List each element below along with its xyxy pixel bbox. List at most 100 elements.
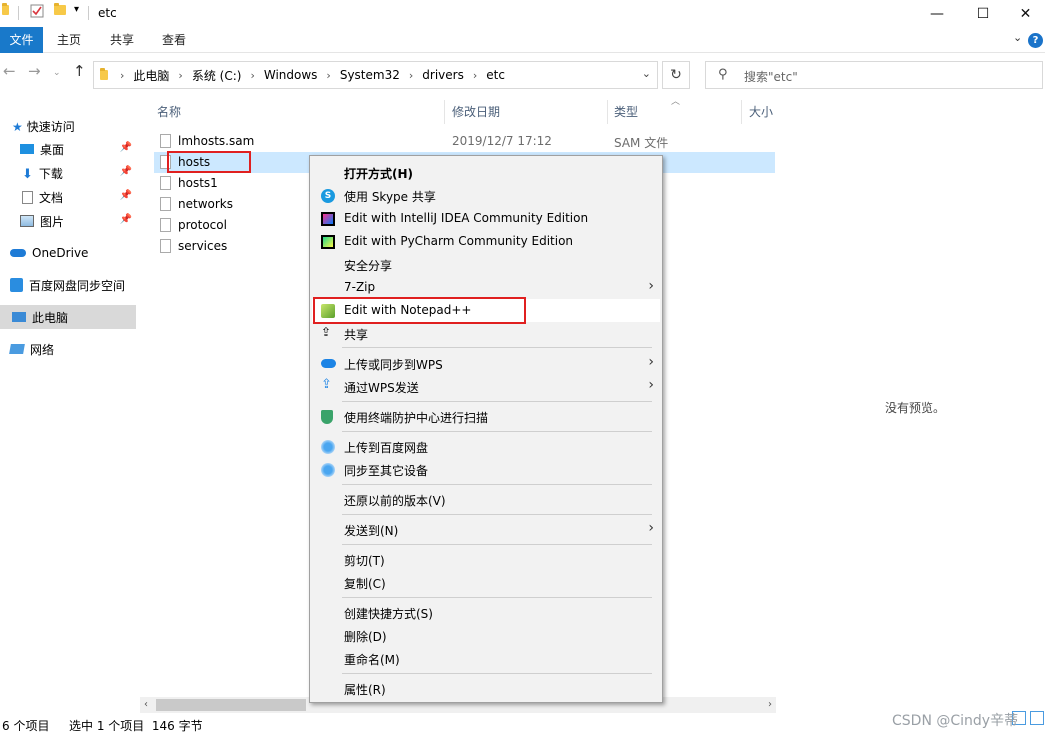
expand-ribbon-icon[interactable]: ⌄: [1013, 31, 1022, 44]
menu-item-open-with[interactable]: 打开方式(H): [312, 161, 660, 184]
menu-label: 删除(D): [344, 630, 387, 644]
forward-button[interactable]: →: [28, 62, 41, 80]
menu-separator: [342, 544, 652, 545]
menu-item-wps-upload[interactable]: 上传或同步到WPS ›: [312, 352, 660, 375]
window-title: etc: [98, 6, 117, 20]
column-header-type[interactable]: 类型: [614, 100, 638, 124]
maximize-button[interactable]: ☐: [960, 0, 1006, 27]
properties-checkbox-icon[interactable]: [30, 4, 44, 21]
nav-item-desktop[interactable]: 桌面 📌: [20, 137, 138, 161]
menu-item-secure-share[interactable]: 安全分享: [312, 253, 660, 276]
breadcrumb-drivers[interactable]: drivers: [422, 68, 464, 82]
minimize-button[interactable]: —: [914, 0, 960, 27]
scrollbar-thumb[interactable]: [156, 699, 306, 711]
column-header-name[interactable]: 名称: [157, 100, 181, 124]
file-name: services: [178, 239, 228, 253]
new-folder-icon[interactable]: [54, 3, 66, 15]
file-modified: 2019/12/7 17:12: [452, 134, 552, 148]
menu-label: Edit with IntelliJ IDEA Community Editio…: [344, 211, 589, 225]
menu-item-baidu-upload[interactable]: 上传到百度网盘: [312, 435, 660, 458]
baidu-cloud-icon: [321, 440, 335, 454]
menu-separator: [342, 673, 652, 674]
customize-toolbar-icon[interactable]: ▾: [74, 4, 79, 15]
address-dropdown-icon[interactable]: ⌄: [642, 67, 651, 80]
item-count: 6 个项目: [2, 719, 50, 733]
pycharm-icon: [321, 235, 335, 249]
nav-quick-access[interactable]: ★ 快速访问: [12, 114, 136, 138]
up-button[interactable]: ↑: [73, 62, 86, 80]
nav-label: OneDrive: [32, 246, 89, 260]
column-divider[interactable]: [444, 100, 445, 124]
menu-item-send-to[interactable]: 发送到(N) ›: [312, 518, 660, 541]
menu-item-share[interactable]: ⇪ 共享: [312, 322, 660, 345]
breadcrumb-this-pc[interactable]: 此电脑: [133, 67, 169, 84]
desktop-icon: [20, 144, 34, 154]
menu-item-cut[interactable]: 剪切(T): [312, 548, 660, 571]
column-header-modified[interactable]: 修改日期: [452, 100, 500, 124]
menu-item-7zip[interactable]: 7-Zip ›: [312, 276, 660, 299]
nav-item-documents[interactable]: 文档 📌: [20, 185, 138, 209]
menu-item-wps-send[interactable]: ⇪ 通过WPS发送 ›: [312, 375, 660, 398]
file-type: SAM 文件: [614, 136, 669, 150]
cloud-icon: [10, 249, 26, 257]
tab-view[interactable]: 查看: [150, 27, 198, 53]
menu-item-copy[interactable]: 复制(C): [312, 571, 660, 594]
nav-this-pc[interactable]: 此电脑: [0, 305, 136, 329]
menu-item-create-shortcut[interactable]: 创建快捷方式(S): [312, 601, 660, 624]
nav-item-downloads[interactable]: ⬇ 下载 📌: [20, 161, 138, 185]
breadcrumb-windows[interactable]: Windows: [264, 68, 318, 82]
menu-item-restore-versions[interactable]: 还原以前的版本(V): [312, 488, 660, 511]
menu-item-sync-devices[interactable]: 同步至其它设备: [312, 458, 660, 481]
document-icon: [22, 190, 33, 204]
menu-item-skype-share[interactable]: S 使用 Skype 共享: [312, 184, 660, 207]
recent-locations-icon[interactable]: ⌄: [53, 68, 61, 78]
menu-item-properties[interactable]: 属性(R): [312, 677, 660, 700]
menu-separator: [342, 401, 652, 402]
nav-baidu-sync[interactable]: 百度网盘同步空间: [10, 273, 136, 297]
search-input[interactable]: 搜索"etc": [744, 68, 798, 85]
nav-network[interactable]: 网络: [9, 337, 136, 361]
menu-item-pycharm[interactable]: Edit with PyCharm Community Edition: [312, 230, 660, 253]
chevron-right-icon: ›: [178, 68, 183, 82]
menu-item-delete[interactable]: 删除(D): [312, 624, 660, 647]
network-icon: [9, 344, 25, 354]
breadcrumb-etc[interactable]: etc: [486, 68, 505, 82]
folder-icon: [2, 3, 9, 15]
menu-label: 复制(C): [344, 577, 386, 591]
close-button[interactable]: ✕: [1006, 0, 1045, 27]
nav-label: 桌面: [40, 142, 65, 157]
search-box[interactable]: ⚲ 搜索"etc": [705, 61, 1043, 89]
menu-label: 共享: [344, 328, 369, 342]
address-bar[interactable]: › 此电脑 › 系统 (C:) › Windows › System32 › d…: [93, 61, 658, 89]
column-header-size[interactable]: 大小: [749, 100, 773, 124]
column-divider[interactable]: [607, 100, 608, 124]
back-button[interactable]: ←: [3, 62, 16, 80]
tab-share[interactable]: 共享: [98, 27, 146, 53]
nav-onedrive[interactable]: OneDrive: [10, 241, 136, 265]
tab-file[interactable]: 文件: [0, 27, 43, 53]
chevron-right-icon: ›: [648, 278, 654, 294]
breadcrumb-c-drive[interactable]: 系统 (C:): [192, 67, 242, 84]
help-icon[interactable]: ?: [1028, 33, 1043, 48]
tab-home[interactable]: 主页: [45, 27, 93, 53]
folder-icon: [100, 68, 108, 80]
nav-item-pictures[interactable]: 图片 📌: [20, 209, 138, 233]
chevron-right-icon: ›: [648, 354, 654, 370]
breadcrumb-system32[interactable]: System32: [340, 68, 400, 82]
sort-arrow-icon: ︿: [671, 97, 681, 107]
chevron-right-icon: ›: [326, 68, 331, 82]
column-divider[interactable]: [741, 100, 742, 124]
file-row[interactable]: lmhosts.sam 2019/12/7 17:12 SAM 文件: [154, 131, 775, 152]
menu-item-scan[interactable]: 使用终端防护中心进行扫描: [312, 405, 660, 428]
scroll-left-icon[interactable]: ‹: [144, 697, 148, 713]
menu-item-intellij[interactable]: Edit with IntelliJ IDEA Community Editio…: [312, 207, 660, 230]
menu-label: 属性(R): [344, 683, 386, 697]
menu-label: 7-Zip: [344, 280, 376, 294]
scroll-right-icon[interactable]: ›: [768, 697, 772, 713]
large-icons-view-icon[interactable]: [1030, 711, 1044, 725]
menu-label: 创建快捷方式(S): [344, 607, 433, 621]
nav-label: 文档: [39, 190, 64, 205]
search-icon: ⚲: [718, 67, 728, 82]
menu-item-rename[interactable]: 重命名(M): [312, 647, 660, 670]
refresh-button[interactable]: ↻: [662, 61, 690, 89]
